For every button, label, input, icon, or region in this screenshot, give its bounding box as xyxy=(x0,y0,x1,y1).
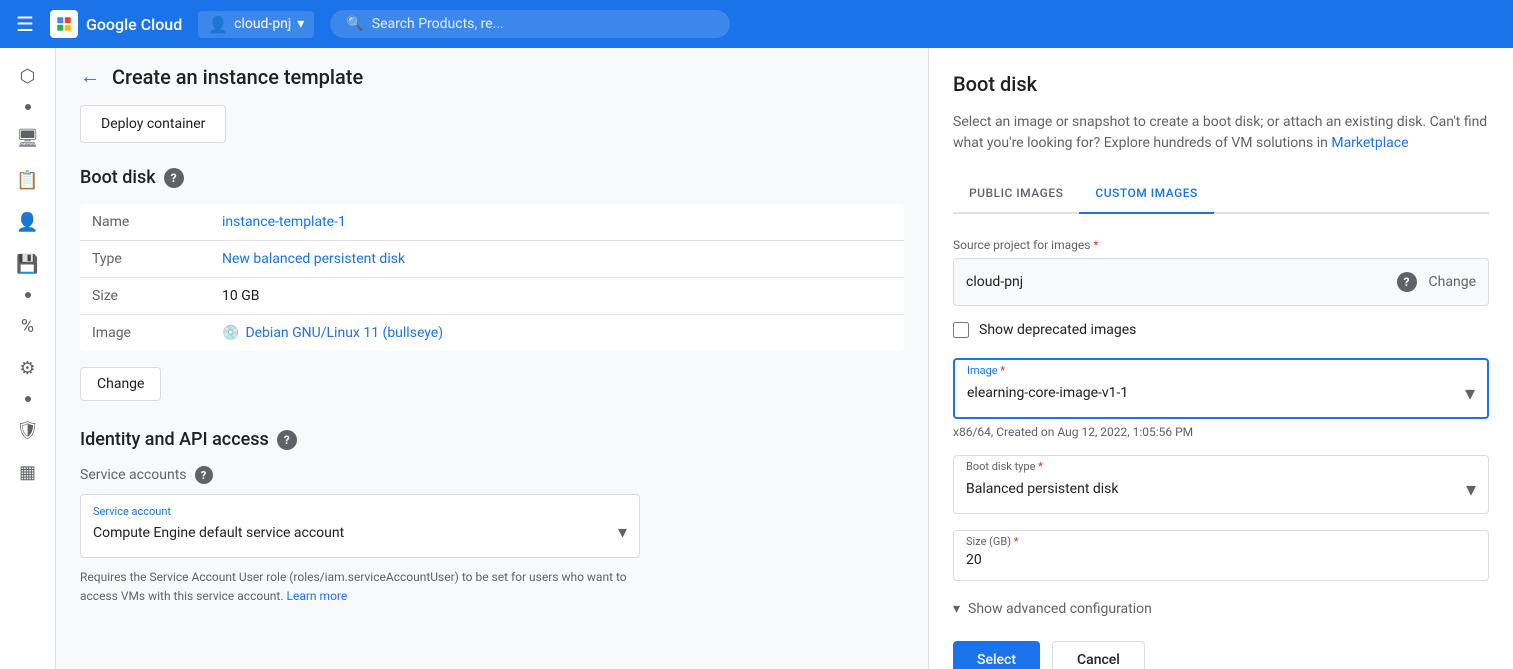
action-buttons: Select Cancel xyxy=(953,641,1489,669)
cancel-button[interactable]: Cancel xyxy=(1052,641,1145,669)
nav-icon-cpu[interactable]: ⬡ xyxy=(8,56,48,96)
nav-icon-grid[interactable]: ▦ xyxy=(8,452,48,492)
boot-disk-type-field-wrap[interactable]: Boot disk type * Balanced persistent dis… xyxy=(953,455,1489,514)
source-project-value: cloud-pnj xyxy=(966,274,1397,290)
select-button[interactable]: Select xyxy=(953,641,1040,669)
boot-disk-type-field-group: Boot disk type * Balanced persistent dis… xyxy=(953,455,1489,514)
identity-section: Identity and API access ? Service accoun… xyxy=(80,429,904,606)
chevron-down-icon: ▾ xyxy=(297,16,304,32)
table-row: Image 💿 Debian GNU/Linux 11 (bullseye) xyxy=(80,315,904,352)
field-label-name: Name xyxy=(80,204,210,241)
right-panel: Boot disk Select an image or snapshot to… xyxy=(928,48,1513,669)
nav-icon-list[interactable]: 📋 xyxy=(8,160,48,200)
tab-public-images[interactable]: PUBLIC IMAGES xyxy=(953,174,1079,214)
search-icon: 🔍 xyxy=(346,16,363,32)
deploy-container-button[interactable]: Deploy container xyxy=(80,105,226,143)
field-value-size: 10 GB xyxy=(210,278,904,315)
field-label-type: Type xyxy=(80,241,210,278)
boot-disk-type-label: Boot disk type * xyxy=(966,460,1476,473)
source-project-help-icon[interactable]: ? xyxy=(1397,272,1417,292)
content-area: ← Create an instance template Deploy con… xyxy=(56,48,928,669)
change-button[interactable]: Change xyxy=(80,367,161,401)
source-project-label: Source project for images * xyxy=(953,238,1489,252)
nav-icon-storage[interactable]: 💾 xyxy=(8,244,48,284)
search-placeholder: Search Products, re... xyxy=(372,16,504,32)
topbar: ☰ Google Cloud 👤 cloud-pnj ▾ 🔍 Search Pr… xyxy=(0,0,1513,48)
nav-dot-3 xyxy=(25,396,31,402)
image-field-wrap[interactable]: Image * elearning-core-image-v1-1 ▾ xyxy=(953,358,1489,419)
service-accounts-label: Service accounts xyxy=(80,467,187,483)
boot-disk-type-value: Balanced persistent disk xyxy=(966,481,1119,497)
nav-icon-monitor[interactable]: 🖥 xyxy=(8,118,48,158)
image-hint: x86/64, Created on Aug 12, 2022, 1:05:56… xyxy=(953,425,1489,439)
boot-disk-section: Boot disk ? Name instance-template-1 Typ… xyxy=(80,167,904,401)
boot-disk-info-table: Name instance-template-1 Type New balanc… xyxy=(80,204,904,351)
page-header: ← Create an instance template xyxy=(80,64,904,89)
size-field-group: Size (GB) * 20 xyxy=(953,530,1489,581)
service-account-note: Requires the Service Account User role (… xyxy=(80,568,640,606)
google-cloud-logo: Google Cloud xyxy=(50,10,182,38)
identity-help-icon[interactable]: ? xyxy=(277,430,297,450)
nav-icon-percent[interactable]: % xyxy=(8,306,48,346)
table-row: Type New balanced persistent disk xyxy=(80,241,904,278)
deprecated-checkbox[interactable] xyxy=(953,322,969,338)
table-row: Size 10 GB xyxy=(80,278,904,315)
hamburger-icon[interactable]: ☰ xyxy=(16,12,34,36)
tab-custom-images[interactable]: CUSTOM IMAGES xyxy=(1079,174,1213,214)
service-account-select-wrap[interactable]: Service account Compute Engine default s… xyxy=(80,494,640,558)
source-project-field: cloud-pnj ? Change xyxy=(953,258,1489,306)
table-row: Name instance-template-1 xyxy=(80,204,904,241)
chevron-right-icon: ▾ xyxy=(953,601,960,617)
nav-dot-1 xyxy=(25,104,31,110)
size-field-value: 20 xyxy=(966,548,1476,576)
field-label-image: Image xyxy=(80,315,210,352)
image-chevron-icon: ▾ xyxy=(1465,381,1475,405)
deprecated-label[interactable]: Show deprecated images xyxy=(979,322,1136,338)
nav-icon-settings[interactable]: ⚙ xyxy=(8,348,48,388)
field-label-size: Size xyxy=(80,278,210,315)
nav-icon-shield[interactable]: 🛡 xyxy=(8,410,48,450)
source-project-change-link[interactable]: Change xyxy=(1429,274,1476,290)
project-name: cloud-pnj xyxy=(234,16,291,32)
boot-disk-type-chevron-icon: ▾ xyxy=(1466,477,1476,501)
tabs-container: PUBLIC IMAGES CUSTOM IMAGES xyxy=(953,174,1489,214)
nav-icon-person[interactable]: 👤 xyxy=(8,202,48,242)
size-field-wrap[interactable]: Size (GB) * 20 xyxy=(953,530,1489,581)
image-select-value: elearning-core-image-v1-1 xyxy=(967,385,1128,401)
disk-icon: 💿 xyxy=(222,325,239,341)
panel-description: Select an image or snapshot to create a … xyxy=(953,112,1489,154)
boot-disk-help-icon[interactable]: ? xyxy=(164,168,184,188)
cloud-logo-icon xyxy=(50,10,78,38)
panel-title: Boot disk xyxy=(953,72,1489,96)
page-title: Create an instance template xyxy=(112,65,363,89)
field-value-name: instance-template-1 xyxy=(210,204,904,241)
service-accounts-help-icon[interactable]: ? xyxy=(195,466,213,484)
identity-title: Identity and API access xyxy=(80,429,269,450)
nav-dot-2 xyxy=(25,292,31,298)
learn-more-link[interactable]: Learn more xyxy=(287,589,348,603)
service-account-chevron-icon: ▾ xyxy=(618,522,627,543)
field-value-image: 💿 Debian GNU/Linux 11 (bullseye) xyxy=(210,315,904,351)
service-account-value: Compute Engine default service account xyxy=(93,525,344,541)
image-field-label: Image * xyxy=(967,364,1475,377)
search-bar[interactable]: 🔍 Search Products, re... xyxy=(330,10,730,38)
advanced-config-toggle[interactable]: ▾ Show advanced configuration xyxy=(953,601,1489,617)
left-nav: ⬡ 🖥 📋 👤 💾 % ⚙ 🛡 ▦ xyxy=(0,48,56,669)
service-account-field-label: Service account xyxy=(93,499,627,518)
project-selector[interactable]: 👤 cloud-pnj ▾ xyxy=(198,11,314,38)
back-button[interactable]: ← xyxy=(80,64,100,89)
image-field-group: Image * elearning-core-image-v1-1 ▾ x86/… xyxy=(953,358,1489,439)
size-field-label: Size (GB) * xyxy=(966,535,1476,548)
boot-disk-title: Boot disk xyxy=(80,167,156,188)
deprecated-checkbox-row: Show deprecated images xyxy=(953,322,1489,338)
advanced-config-label: Show advanced configuration xyxy=(968,601,1152,617)
google-cloud-text: Google Cloud xyxy=(86,15,182,34)
account-circle-icon: 👤 xyxy=(208,15,228,34)
marketplace-link[interactable]: Marketplace xyxy=(1331,135,1408,151)
source-project-field-group: Source project for images * cloud-pnj ? … xyxy=(953,238,1489,306)
field-value-type: New balanced persistent disk xyxy=(210,241,904,278)
